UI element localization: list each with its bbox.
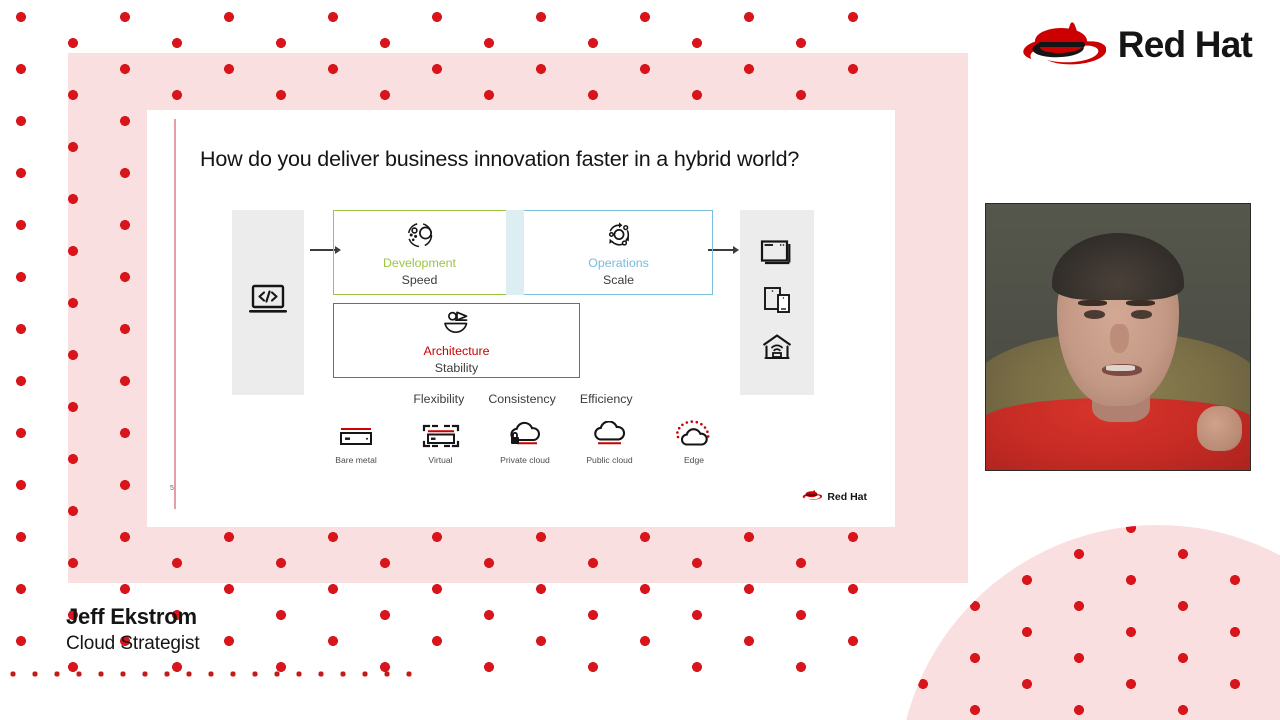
automation-cycle-icon bbox=[603, 218, 635, 252]
private-cloud-lock-icon bbox=[503, 415, 547, 449]
architecture-cell: Architecture Stability bbox=[333, 303, 580, 378]
edge-cloud-rays-icon bbox=[671, 415, 717, 449]
slide-footer-logo: Red Hat bbox=[802, 488, 867, 506]
architecture-layers-icon bbox=[442, 306, 472, 340]
red-hat-fedora-icon bbox=[1020, 18, 1107, 71]
platform-bare-metal: Bare metal bbox=[320, 415, 392, 465]
speaker-video-feed[interactable] bbox=[985, 203, 1251, 471]
smart-home-icon bbox=[761, 333, 793, 366]
dev-ops-overlap-region bbox=[506, 210, 524, 295]
development-subtitle: Speed bbox=[401, 272, 438, 287]
pillars-row: Flexibility Consistency Efficiency bbox=[333, 392, 713, 406]
platform-public-cloud: Public cloud bbox=[574, 415, 646, 465]
platform-row: Bare metal Virtual Private cloud Public … bbox=[320, 415, 730, 465]
diagram-output-box bbox=[740, 210, 814, 395]
architecture-title: Architecture bbox=[423, 344, 490, 359]
presenter-name: Jeff Ekstrom bbox=[66, 604, 197, 629]
presenter-role: Cloud Strategist bbox=[66, 632, 200, 654]
platform-virtual: Virtual bbox=[405, 415, 477, 465]
slide-page-number: 5 bbox=[170, 485, 174, 492]
hybrid-cloud-diagram: Development Speed Operations Scale Archi… bbox=[200, 200, 850, 490]
presenter-info: Jeff Ekstrom Cloud Strategist bbox=[66, 603, 200, 656]
bottom-dotted-rule bbox=[10, 671, 420, 681]
pillar-efficiency: Efficiency bbox=[579, 392, 633, 406]
architecture-subtitle: Stability bbox=[434, 360, 479, 375]
red-hat-wordmark: Red Hat bbox=[827, 491, 867, 503]
mobile-devices-icon bbox=[761, 286, 793, 319]
red-hat-fedora-icon bbox=[802, 488, 823, 506]
operations-subtitle: Scale bbox=[603, 272, 634, 287]
platform-label: Bare metal bbox=[335, 455, 377, 465]
development-title: Development bbox=[382, 256, 456, 271]
dev-ops-row: Development Speed Operations Scale bbox=[333, 210, 713, 295]
containers-orbit-icon bbox=[403, 218, 437, 252]
pillar-consistency: Consistency bbox=[488, 392, 556, 406]
slide-title: How do you deliver business innovation f… bbox=[200, 147, 800, 171]
operations-title: Operations bbox=[588, 256, 649, 271]
slide-canvas: 5 How do you deliver business innovation… bbox=[147, 110, 895, 527]
platform-edge: Edge bbox=[658, 415, 730, 465]
virtual-machine-icon bbox=[420, 415, 462, 449]
platform-private-cloud: Private cloud bbox=[489, 415, 561, 465]
platform-label: Private cloud bbox=[500, 455, 550, 465]
desktop-monitor-icon bbox=[760, 239, 794, 272]
red-hat-logo: Red Hat bbox=[1020, 18, 1253, 71]
diagram-input-box bbox=[232, 210, 304, 395]
public-cloud-icon bbox=[588, 415, 632, 449]
pillar-flexibility: Flexibility bbox=[413, 392, 465, 406]
platform-label: Virtual bbox=[428, 455, 453, 465]
platform-label: Public cloud bbox=[586, 455, 633, 465]
operations-cell: Operations Scale bbox=[524, 210, 713, 295]
slide-accent-line bbox=[174, 119, 176, 509]
presentation-stage: Red Hat 5 How do you deliver business in… bbox=[0, 0, 1280, 720]
development-cell: Development Speed bbox=[333, 210, 506, 295]
pink-circle-decoration bbox=[898, 525, 1280, 720]
red-hat-wordmark: Red Hat bbox=[1117, 24, 1253, 65]
circle-dot-pattern bbox=[898, 525, 1280, 720]
laptop-code-icon bbox=[247, 283, 289, 322]
server-bare-metal-icon bbox=[336, 415, 376, 449]
platform-label: Edge bbox=[683, 455, 705, 465]
